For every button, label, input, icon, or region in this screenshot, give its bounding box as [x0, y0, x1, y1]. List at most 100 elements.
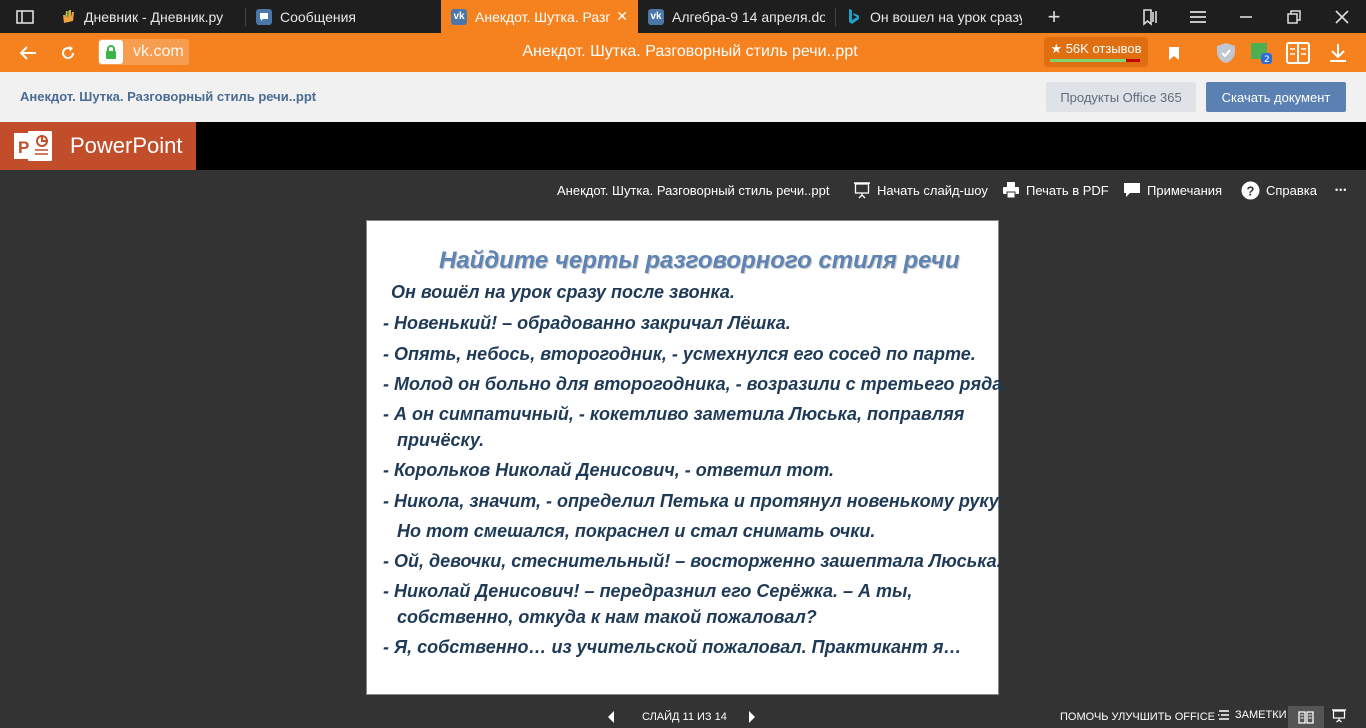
minimize-button[interactable] [1222, 0, 1270, 33]
presentation-title: Анекдот. Шутка. Разговорный стиль речи..… [557, 183, 830, 198]
bing-icon [846, 8, 862, 25]
bookmarks-icon [1143, 8, 1157, 26]
more-options-button[interactable]: ••• [1335, 180, 1347, 200]
close-icon [1335, 9, 1349, 24]
notes-label: Примечания [1147, 182, 1223, 198]
viewer-toolbar: Анекдот. Шутка. Разговорный стиль речи..… [0, 170, 1366, 210]
svg-text:P: P [18, 138, 29, 157]
notes-icon [1218, 710, 1229, 720]
vk-icon: vk [451, 8, 467, 25]
close-tab-icon[interactable]: ✕ [616, 8, 628, 25]
bookmark-button[interactable] [1161, 40, 1187, 66]
download-document-button[interactable]: Скачать документ [1206, 82, 1346, 112]
slide-text-line: - Новенький! – обрадованно закричал Лёшк… [383, 313, 791, 333]
rating-bar [1050, 59, 1140, 62]
protect-button[interactable] [1213, 40, 1239, 66]
tab-title: Анекдот. Шутка. Разгов [475, 8, 611, 25]
slide-text-line: - А он симпатичный, - кокетливо заметила… [383, 404, 965, 424]
downloads-button[interactable] [1325, 40, 1351, 66]
document-name: Анекдот. Шутка. Разговорный стиль речи..… [20, 89, 317, 104]
slide-text-line: - Я, собственно… из учительской пожалова… [383, 637, 962, 657]
status-bar: СЛАЙД 11 ИЗ 14 ПОМОЧЬ УЛУЧШИТЬ OFFICE ЗА… [0, 706, 1366, 728]
chat-icon [256, 8, 272, 25]
reviews-label: ★ 56K отзывов [1050, 41, 1142, 56]
reload-icon [62, 46, 75, 59]
close-window-button[interactable] [1318, 0, 1366, 33]
print-pdf-label: Печать в PDF [1026, 182, 1109, 198]
document-header: Анекдот. Шутка. Разговорный стиль речи..… [0, 72, 1366, 122]
page-title: Анекдот. Шутка. Разговорный стиль речи..… [522, 43, 858, 60]
extension-icon: 2 [1251, 43, 1272, 65]
notes-button[interactable]: Примечания [1123, 180, 1222, 200]
slide-text-line: - Никола, значит, - определил Петька и п… [383, 491, 1004, 511]
notes-toggle[interactable]: ЗАМЕТКИ [1218, 709, 1287, 721]
tab-title: Алгебра-9 14 апреля.docx [672, 8, 825, 25]
help-improve-office-link[interactable]: ПОМОЧЬ УЛУЧШИТЬ OFFICE [1060, 711, 1215, 723]
arrow-left-icon [19, 46, 36, 60]
tab-title: Сообщения [280, 8, 356, 25]
minimize-icon [1240, 15, 1252, 18]
print-pdf-button[interactable]: Печать в PDF [1002, 180, 1109, 200]
address-bar: vk.com Анекдот. Шутка. Разговорный стиль… [0, 33, 1366, 72]
slide-text-line: причёску. [397, 430, 485, 450]
slide-text-line: собственно, откуда к нам такой пожаловал… [397, 607, 817, 627]
svg-text:2: 2 [1264, 55, 1270, 65]
svg-text:?: ? [1247, 183, 1255, 198]
browser-tab-anekdot[interactable]: vk Анекдот. Шутка. Разгов ✕ [441, 0, 638, 33]
slide-title: Найдите черты разговорного стиля речи [439, 247, 960, 274]
slide-text-line: - Ой, девочки, стеснительный! – восторже… [383, 551, 1002, 571]
bookmark-icon [1169, 46, 1179, 60]
slide-text-line: - Николай Денисович! – передразнил его С… [383, 581, 913, 601]
window-controls [1126, 0, 1366, 33]
previous-slide-icon[interactable] [608, 711, 614, 723]
vk-icon: vk [648, 8, 664, 25]
reviews-badge[interactable]: ★ 56K отзывов [1044, 37, 1148, 67]
shield-icon [1217, 43, 1235, 63]
comment-icon [1123, 181, 1141, 199]
slide-text-line: Он вошёл на урок сразу после звонка. [391, 282, 735, 302]
translate-icon [1286, 42, 1310, 64]
slide-counter: СЛАЙД 11 ИЗ 14 [642, 711, 727, 723]
start-slideshow-button[interactable]: Начать слайд-шоу [853, 180, 988, 200]
hamburger-icon [1190, 10, 1206, 23]
help-label: Справка [1266, 182, 1317, 198]
browser-tab-bing[interactable]: Он вошел на урок сразу п [836, 0, 1032, 33]
restore-icon [1287, 9, 1301, 24]
slide-text-line: Но тот смешался, покраснел и стал снимат… [397, 521, 876, 541]
menu-button[interactable] [1174, 0, 1222, 33]
slide-text-line: - Молод он больно для второгодника, - во… [383, 374, 1008, 394]
office-products-button[interactable]: Продукты Office 365 [1046, 82, 1196, 112]
app-name: PowerPoint [70, 133, 183, 158]
restore-button[interactable] [1270, 0, 1318, 33]
browser-tab-bar: Дневник - Дневник.ру Сообщения vk Анекдо… [0, 0, 1366, 33]
help-icon: ? [1241, 181, 1260, 200]
bookmarks-panel-button[interactable] [1126, 0, 1174, 33]
slide-text-line: - Опять, небось, второгодник, - усмехнул… [383, 344, 976, 364]
browser-tab-dnevnik[interactable]: Дневник - Дневник.ру [50, 0, 245, 33]
tab-title: Он вошел на урок сразу п [870, 8, 1022, 25]
next-slide-icon[interactable] [749, 711, 755, 723]
printer-icon [1002, 181, 1020, 199]
help-button[interactable]: ? Справка [1241, 180, 1317, 200]
sidebar-icon [16, 9, 34, 24]
slide-canvas: Найдите черты разговорного стиля речи Он… [366, 220, 1007, 695]
slideshow-view-button[interactable] [1332, 709, 1346, 726]
new-tab-button[interactable]: + [1032, 0, 1076, 33]
url-field[interactable]: vk.com [98, 39, 189, 65]
back-button[interactable] [15, 40, 41, 66]
browser-tab-messages[interactable]: Сообщения [246, 0, 441, 33]
download-icon [1330, 44, 1346, 62]
sidebar-toggle-button[interactable] [0, 0, 50, 33]
url-domain: vk.com [133, 43, 184, 60]
slide-text-line: - Корольков Николай Денисович, - ответил… [383, 460, 834, 480]
reading-view-button[interactable] [1288, 706, 1324, 728]
extensions-button[interactable]: 2 [1248, 40, 1274, 66]
lock-icon [99, 40, 123, 64]
tab-title: Дневник - Дневник.ру [84, 8, 224, 25]
reload-button[interactable] [55, 40, 81, 66]
reader-button[interactable] [1285, 40, 1311, 66]
slideshow-icon [1332, 709, 1346, 723]
powerpoint-logo-icon: P [14, 128, 54, 164]
browser-tab-algebra[interactable]: vk Алгебра-9 14 апреля.docx [638, 0, 835, 33]
powerpoint-brand[interactable]: P PowerPoint [0, 122, 196, 170]
